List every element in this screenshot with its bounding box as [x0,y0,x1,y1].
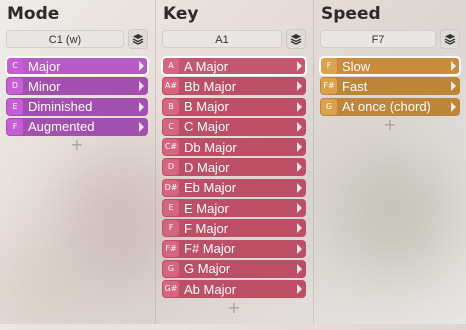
key-list: A A Major A# Bb Major B B Major C C Major C# Db M… [161,56,307,315]
layers-icon[interactable] [286,29,306,49]
chevron-right-icon[interactable] [451,61,456,71]
key-badge: D [7,78,23,95]
key-list-item[interactable]: A# Bb Major [162,77,306,96]
speed-column: Speed F7 F Slow F# Fast G At once (chord) + [313,0,466,324]
key-badge: F [163,220,179,237]
chevron-right-icon[interactable] [297,263,302,274]
mode-list-item[interactable]: C Major [5,56,149,76]
key-badge: D# [163,179,179,196]
mode-list-item[interactable]: E Diminished [6,97,148,116]
item-label: F Major [184,220,229,236]
chevron-right-icon[interactable] [451,81,456,92]
item-label: Eb Major [184,180,237,196]
item-label: A Major [184,58,229,74]
speed-list-item[interactable]: G At once (chord) [320,97,460,116]
layers-icon[interactable] [440,29,460,49]
key-list-item[interactable]: E E Major [162,199,306,218]
key-badge: F [321,58,337,74]
item-label: Bb Major [184,78,237,94]
plus-icon[interactable]: + [162,299,306,315]
key-badge: F [7,118,23,135]
chevron-right-icon[interactable] [297,81,302,92]
key-badge: F# [163,240,179,257]
key-badge: F# [321,78,337,95]
key-list-item[interactable]: D# Eb Major [162,178,306,197]
item-label: D Major [184,159,230,175]
chevron-right-icon[interactable] [297,61,302,71]
mode-column: Mode C1 (w) C Major D Minor E Diminished F Augm… [0,0,154,324]
chevron-right-icon[interactable] [297,243,302,254]
speed-list: F Slow F# Fast G At once (chord) + [319,56,461,132]
item-label: Slow [342,58,371,74]
key-list-item[interactable]: B B Major [162,97,306,116]
item-label: G Major [184,261,231,277]
chevron-right-icon[interactable] [451,101,456,112]
item-label: Augmented [28,119,95,135]
chevron-right-icon[interactable] [297,162,302,173]
item-label: Ab Major [184,281,237,297]
chevron-right-icon[interactable] [297,203,302,214]
chevron-right-icon[interactable] [297,142,302,153]
key-list-item[interactable]: D D Major [162,158,306,177]
key-title: Key [163,4,199,24]
key-badge: A [163,58,179,74]
item-label: Major [28,58,61,74]
chevron-right-icon[interactable] [139,101,144,112]
item-label: At once (chord) [342,99,431,115]
mode-title: Mode [7,4,60,24]
chevron-right-icon[interactable] [139,121,144,132]
chevron-right-icon[interactable] [139,81,144,92]
item-label: F# Major [184,241,236,257]
key-badge: B [163,98,179,115]
item-label: Db Major [184,139,237,155]
key-key-field[interactable]: A1 [162,30,282,48]
key-list-item[interactable]: G G Major [162,259,306,278]
speed-title: Speed [321,4,381,24]
item-label: Diminished [28,99,93,115]
chevron-right-icon[interactable] [297,101,302,112]
speed-list-item[interactable]: F Slow [319,56,461,76]
key-list-item[interactable]: F F Major [162,219,306,238]
key-column: Key A1 A A Major A# Bb Major B B Major C C Majo… [155,0,312,324]
plus-icon[interactable]: + [320,116,460,132]
key-badge: C [163,118,179,135]
chevron-right-icon[interactable] [297,284,302,295]
mode-list: C Major D Minor E Diminished F Augmented + [5,56,149,153]
key-badge: G [321,98,337,115]
chevron-right-icon[interactable] [139,61,144,71]
mode-list-item[interactable]: D Minor [6,77,148,96]
key-list-item[interactable]: G# Ab Major [162,280,306,299]
chevron-right-icon[interactable] [297,223,302,234]
key-badge: C [7,58,23,74]
key-badge: G [163,260,179,277]
key-list-item[interactable]: C C Major [162,117,306,136]
mode-key-field[interactable]: C1 (w) [6,30,124,48]
key-list-item[interactable]: F# F# Major [162,239,306,258]
key-list-item[interactable]: A A Major [161,56,307,76]
chevron-right-icon[interactable] [297,182,302,193]
item-label: E Major [184,200,229,216]
plus-icon[interactable]: + [6,137,148,153]
item-label: Minor [28,78,61,94]
speed-key-field[interactable]: F7 [320,30,436,48]
key-badge: E [163,200,179,217]
layers-icon[interactable] [128,29,148,49]
item-label: C Major [184,119,230,135]
key-badge: C# [163,139,179,156]
key-badge: D [163,159,179,176]
key-badge: G# [163,281,179,298]
mode-list-item[interactable]: F Augmented [6,117,148,136]
item-label: Fast [342,78,368,94]
chevron-right-icon[interactable] [297,121,302,132]
key-badge: E [7,98,23,115]
speed-list-item[interactable]: F# Fast [320,77,460,96]
key-list-item[interactable]: C# Db Major [162,138,306,157]
item-label: B Major [184,99,229,115]
key-badge: A# [163,78,179,95]
